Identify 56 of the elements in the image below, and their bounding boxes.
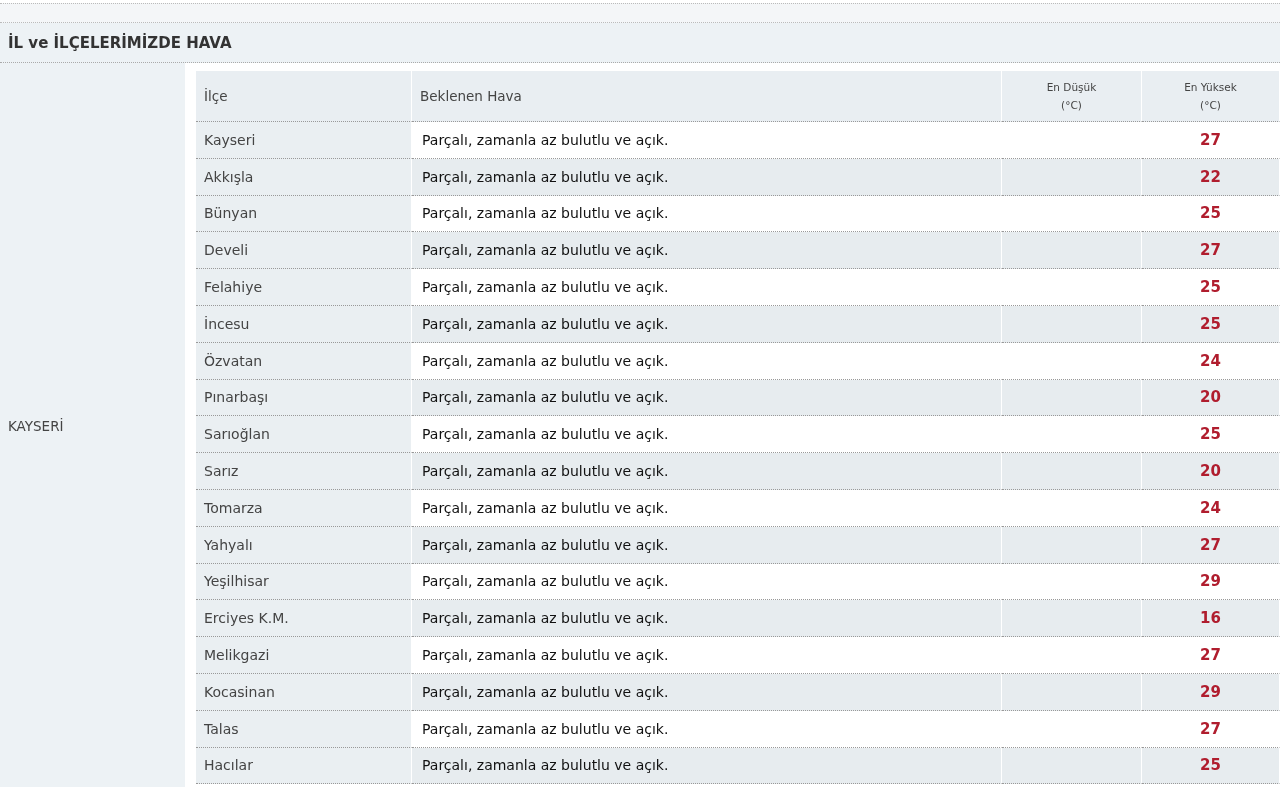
high-temp-cell: 25 — [1142, 269, 1280, 306]
district-cell: Yahyalı — [196, 526, 412, 564]
forecast-cell: Parçalı, zamanla az bulutlu ve açık. — [412, 489, 1002, 527]
high-temp-cell: 25 — [1142, 306, 1280, 343]
forecast-cell: Parçalı, zamanla az bulutlu ve açık. — [412, 637, 1002, 674]
forecast-cell: Parçalı, zamanla az bulutlu ve açık. — [412, 269, 1002, 306]
district-cell: Talas — [196, 710, 412, 748]
forecast-cell: Parçalı, zamanla az bulutlu ve açık. — [412, 453, 1002, 490]
district-cell: Sarıoğlan — [196, 416, 412, 454]
district-cell: Develi — [196, 232, 412, 270]
high-temp-cell: 27 — [1142, 526, 1280, 564]
district-cell: Özvatan — [196, 342, 412, 380]
forecast-cell: Parçalı, zamanla az bulutlu ve açık. — [412, 232, 1002, 270]
province-name: KAYSERİ — [0, 63, 185, 787]
header-unit: (°C) — [1200, 98, 1221, 113]
district-cell: Kayseri — [196, 122, 412, 159]
district-cell: Hacılar — [196, 747, 412, 785]
high-temp-cell: 27 — [1142, 710, 1280, 748]
district-cell: Kocasinan — [196, 673, 412, 711]
high-temp-cell: 27 — [1142, 232, 1280, 270]
district-cell: Felahiye — [196, 269, 412, 306]
district-cell: Akkışla — [196, 158, 412, 196]
forecast-cell: Parçalı, zamanla az bulutlu ve açık. — [412, 122, 1002, 159]
high-temp-cell: 20 — [1142, 379, 1280, 417]
header-label: En Düşük — [1046, 80, 1097, 95]
forecast-cell: Parçalı, zamanla az bulutlu ve açık. — [412, 673, 1002, 711]
high-temp-cell: 20 — [1142, 453, 1280, 490]
high-temp-cell: 22 — [1142, 158, 1280, 196]
forecast-cell: Parçalı, zamanla az bulutlu ve açık. — [412, 710, 1002, 748]
district-cell: Erciyes K.M. — [196, 600, 412, 638]
district-cell: Pınarbaşı — [196, 379, 412, 417]
column-header: İlçe — [196, 71, 412, 122]
district-cell: Sarız — [196, 453, 412, 490]
district-cell: Bünyan — [196, 195, 412, 233]
high-temp-cell: 16 — [1142, 600, 1280, 638]
forecast-cell: Parçalı, zamanla az bulutlu ve açık. — [412, 158, 1002, 196]
district-cell: İncesu — [196, 306, 412, 343]
section-title: İL ve İLÇELERİMİZDE HAVA — [0, 23, 1280, 63]
forecast-cell: Parçalı, zamanla az bulutlu ve açık. — [412, 306, 1002, 343]
column-header: Beklenen Hava — [412, 71, 1002, 122]
high-temp-cell: 25 — [1142, 747, 1280, 785]
high-temp-cell: 27 — [1142, 637, 1280, 674]
high-temp-cell: 29 — [1142, 673, 1280, 711]
forecast-cell: Parçalı, zamanla az bulutlu ve açık. — [412, 747, 1002, 785]
forecast-cell: Parçalı, zamanla az bulutlu ve açık. — [412, 600, 1002, 638]
forecast-cell: Parçalı, zamanla az bulutlu ve açık. — [412, 379, 1002, 417]
high-temp-cell: 27 — [1142, 122, 1280, 159]
high-temp-cell: 24 — [1142, 342, 1280, 380]
district-cell: Yeşilhisar — [196, 563, 412, 601]
forecast-cell: Parçalı, zamanla az bulutlu ve açık. — [412, 342, 1002, 380]
high-temp-cell: 24 — [1142, 489, 1280, 527]
district-cell: Tomarza — [196, 489, 412, 527]
district-cell: Melikgazi — [196, 637, 412, 674]
header-unit: (°C) — [1061, 98, 1082, 113]
forecast-cell: Parçalı, zamanla az bulutlu ve açık. — [412, 526, 1002, 564]
header-label: En Yüksek — [1184, 80, 1237, 95]
